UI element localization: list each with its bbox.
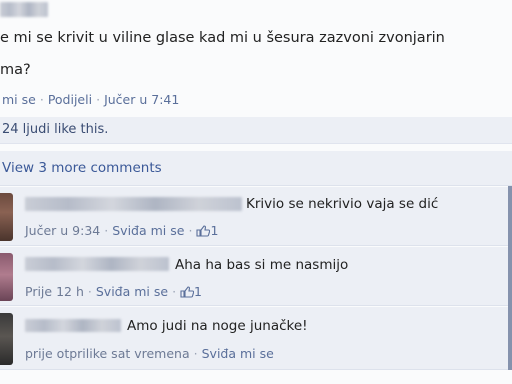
post-share-link[interactable]: Podijeli bbox=[48, 92, 92, 107]
post-text-line-1: e mi se krivit u viline glase kad mi u š… bbox=[0, 30, 445, 46]
separator-dot: · bbox=[96, 92, 101, 107]
post-like-link[interactable]: mi se bbox=[2, 92, 36, 107]
separator-dot: · bbox=[87, 284, 92, 299]
comment-timestamp[interactable]: prije otprilike sat vremena bbox=[25, 346, 190, 361]
post-meta: mi se · Podijeli · Jučer u 7:41 bbox=[2, 92, 179, 107]
comment-author-name-blurred[interactable] bbox=[25, 197, 242, 211]
avatar[interactable] bbox=[0, 253, 13, 301]
view-more-comments-link[interactable]: View 3 more comments bbox=[2, 160, 162, 176]
thumbs-up-icon[interactable] bbox=[196, 225, 211, 237]
post-author-name-blurred[interactable] bbox=[0, 2, 48, 17]
likes-summary-text[interactable]: 24 ljudi like this. bbox=[2, 122, 108, 137]
avatar[interactable] bbox=[0, 193, 13, 241]
post-timestamp[interactable]: Jučer u 7:41 bbox=[104, 92, 179, 107]
comment-meta: Jučer u 9:34 · Sviđa mi se · 1 bbox=[25, 223, 218, 238]
comment-like-count[interactable]: 1 bbox=[210, 223, 218, 238]
comment-meta: prije otprilike sat vremena · Sviđa mi se bbox=[25, 346, 274, 361]
post-text-line-2: ma? bbox=[0, 62, 31, 78]
comment-text: Krivio se nekrivio vaja se dić bbox=[246, 196, 439, 212]
comment-author-name-blurred[interactable] bbox=[25, 257, 169, 271]
separator-dot: · bbox=[193, 346, 198, 361]
comment-item: Aha ha bas si me nasmijo Prije 12 h · Sviđ… bbox=[0, 247, 512, 306]
comment-like-link[interactable]: Sviđa mi se bbox=[202, 346, 274, 361]
separator-dot: · bbox=[104, 223, 109, 238]
comment-item: Krivio se nekrivio vaja se dić Jučer u 9… bbox=[0, 187, 512, 246]
comment-like-count[interactable]: 1 bbox=[194, 284, 202, 299]
comment-like-link[interactable]: Sviđa mi se bbox=[112, 223, 184, 238]
comment-timestamp[interactable]: Jučer u 9:34 bbox=[25, 223, 100, 238]
comment-author-name-blurred[interactable] bbox=[25, 319, 121, 332]
separator-dot: · bbox=[188, 223, 193, 238]
comment-item: Amo judi na noge junačke! prije otprilik… bbox=[0, 307, 512, 370]
separator-dot: · bbox=[172, 284, 177, 299]
comment-like-link[interactable]: Sviđa mi se bbox=[96, 284, 168, 299]
separator-dot: · bbox=[39, 92, 44, 107]
comment-timestamp[interactable]: Prije 12 h bbox=[25, 284, 84, 299]
avatar[interactable] bbox=[0, 313, 13, 365]
scrollbar-edge[interactable] bbox=[508, 186, 512, 370]
comment-text: Amo judi na noge junačke! bbox=[127, 318, 308, 334]
comment-meta: Prije 12 h · Sviđa mi se · 1 bbox=[25, 284, 202, 299]
thumbs-up-icon[interactable] bbox=[180, 286, 195, 298]
comment-text: Aha ha bas si me nasmijo bbox=[175, 257, 349, 273]
